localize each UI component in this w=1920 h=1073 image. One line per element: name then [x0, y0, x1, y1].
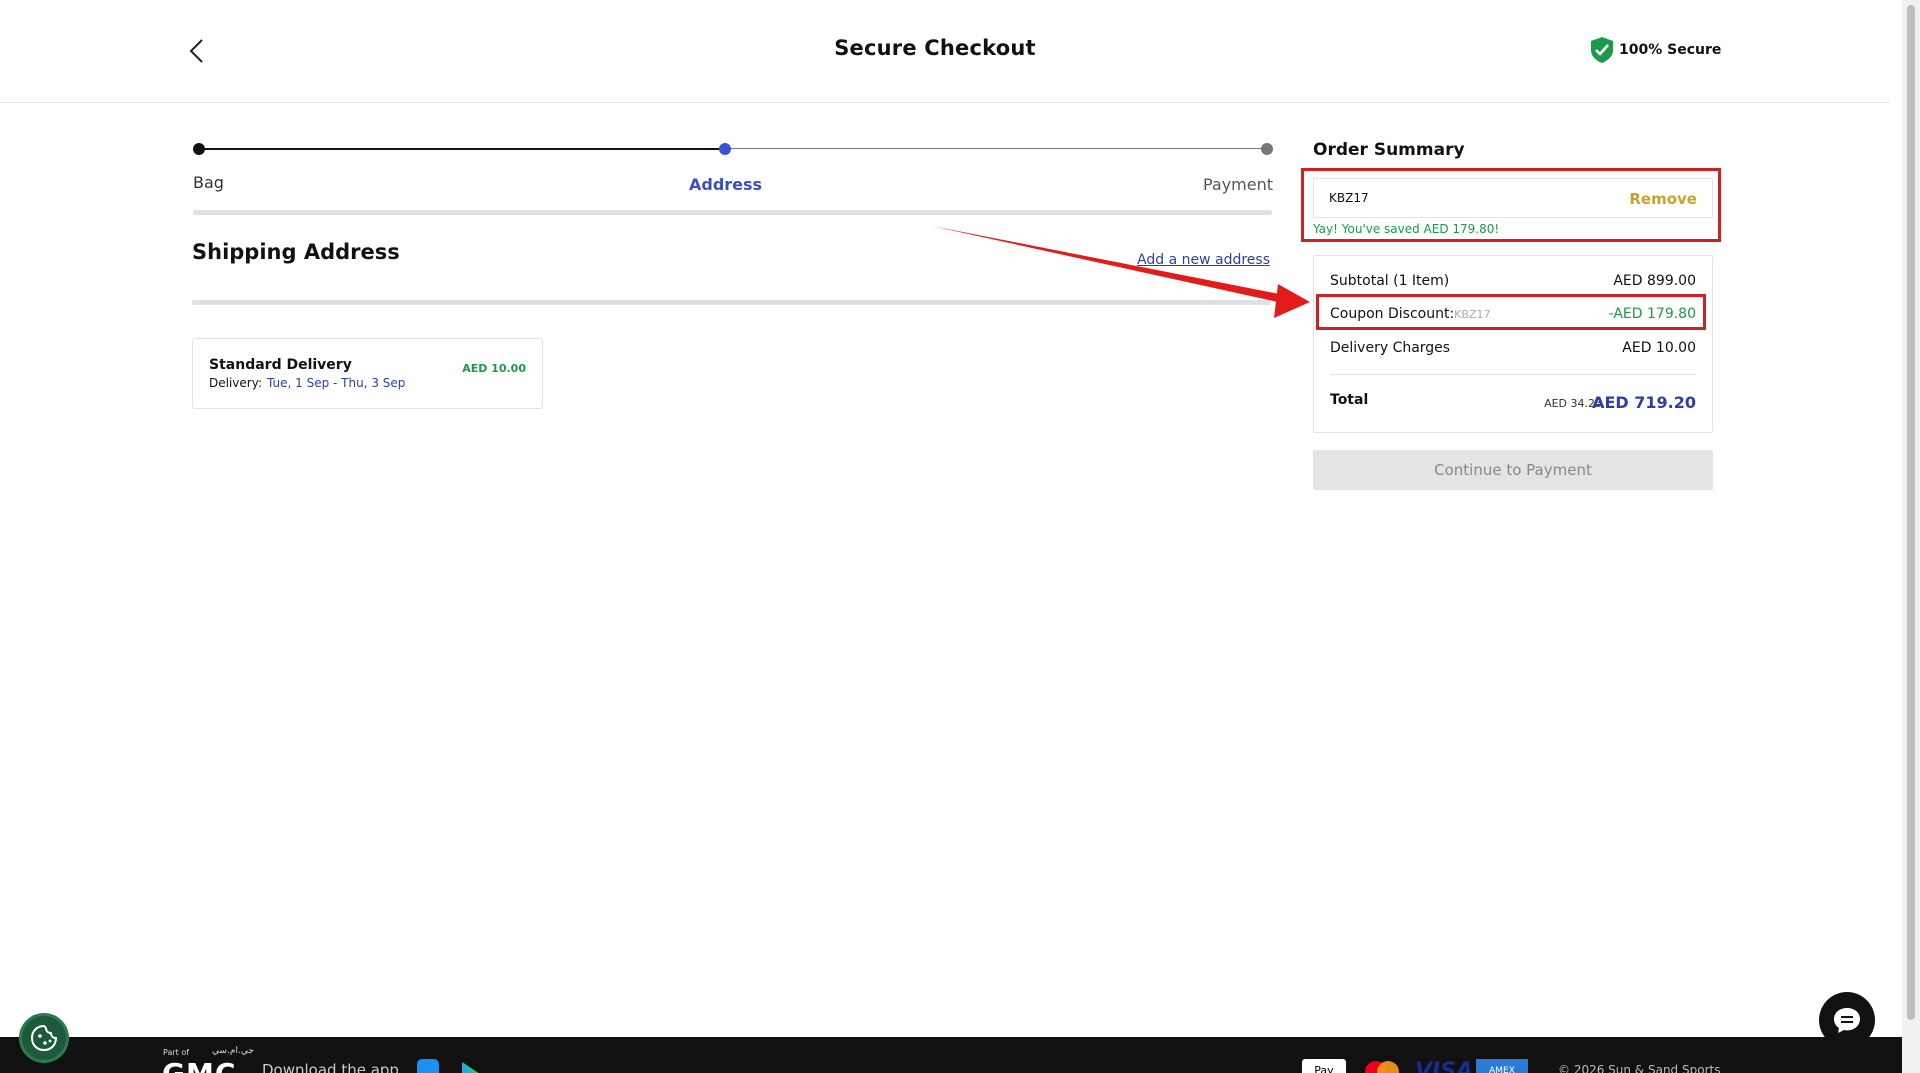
standard-delivery-option[interactable]: Standard Delivery AED 10.00 Delivery: Tu…: [192, 338, 543, 409]
subtotal-row: Subtotal (1 Item) AED 899.00: [1330, 273, 1696, 289]
delivery-dates: Tue, 1 Sep - Thu, 3 Sep: [267, 376, 406, 390]
step-address: Address: [689, 175, 763, 194]
delivery-charges-value: AED 10.00: [1622, 340, 1696, 356]
secure-badge: 100% Secure: [1589, 36, 1721, 64]
price-summary: Subtotal (1 Item) AED 899.00 Coupon Disc…: [1313, 255, 1713, 433]
apple-pay-icon: Pay: [1302, 1059, 1346, 1073]
delivery-option-name: Standard Delivery: [209, 357, 352, 373]
coupon-field[interactable]: KBZ17 Remove: [1313, 178, 1713, 218]
cookie-settings-button[interactable]: [19, 1013, 69, 1063]
cookie-icon: [30, 1024, 58, 1052]
order-summary-title: Order Summary: [1313, 140, 1465, 160]
chat-bubble-icon: [1834, 1008, 1860, 1033]
checkout-header: Secure Checkout 100% Secure: [0, 0, 1890, 103]
add-new-address-link[interactable]: Add a new address: [1137, 252, 1270, 268]
stepper-progress-line: [198, 148, 724, 150]
step-payment: Payment: [1202, 175, 1273, 194]
scrollbar-thumb[interactable]: [1907, 5, 1915, 1020]
stepper-divider: [193, 210, 1272, 215]
amex-icon: AMEX: [1476, 1059, 1528, 1073]
shipping-divider: [192, 300, 1271, 305]
delivery-label: Delivery:: [209, 376, 262, 390]
remove-coupon-button[interactable]: Remove: [1629, 190, 1697, 208]
app-store-icon[interactable]: [417, 1059, 439, 1073]
secure-label: 100% Secure: [1619, 42, 1722, 58]
visa-icon: VISA: [1415, 1059, 1474, 1073]
continue-to-payment-button[interactable]: Continue to Payment: [1313, 450, 1713, 490]
step-dot-address: [719, 143, 731, 155]
coupon-code: KBZ17: [1329, 191, 1369, 205]
part-of-label: Part of: [163, 1048, 190, 1057]
page-scrollbar[interactable]: [1902, 0, 1920, 1073]
mastercard-icon: [1365, 1061, 1399, 1073]
google-play-icon[interactable]: [460, 1062, 482, 1073]
shield-check-icon: [1591, 37, 1613, 63]
step-dot-bag: [193, 143, 205, 155]
copyright-text: © 2026 Sun & Sand Sports: [1558, 1063, 1721, 1073]
download-app-label: Download the app: [262, 1061, 399, 1073]
delivery-charges-label: Delivery Charges: [1330, 340, 1451, 356]
total-value: AED 719.20: [1592, 393, 1696, 412]
shipping-address-title: Shipping Address: [192, 240, 400, 264]
subtotal-value: AED 899.00: [1613, 273, 1696, 289]
step-dot-payment: [1261, 143, 1273, 155]
stepper-pending-line: [725, 148, 1261, 149]
total-label: Total: [1330, 392, 1369, 408]
coupon-saved-message: Yay! You've saved AED 179.80!: [1313, 222, 1500, 236]
gmc-arabic-label: جي.ام.سي: [212, 1046, 254, 1056]
summary-divider: [1330, 374, 1696, 375]
checkout-stepper: Bag Address Payment: [193, 140, 1273, 216]
delivery-charges-row: Delivery Charges AED 10.00: [1330, 340, 1696, 356]
site-footer: Part of جي.ام.سي GMC Download the app Pa…: [0, 1037, 1902, 1073]
coupon-discount-annotation-box: [1316, 294, 1706, 330]
subtotal-label: Subtotal (1 Item): [1330, 273, 1450, 289]
step-bag[interactable]: Bag: [193, 173, 224, 192]
delivery-option-price: AED 10.00: [462, 362, 526, 375]
checkout-page: Secure Checkout 100% Secure Bag Address …: [0, 0, 1920, 1073]
gmc-logo: GMC: [162, 1057, 236, 1073]
